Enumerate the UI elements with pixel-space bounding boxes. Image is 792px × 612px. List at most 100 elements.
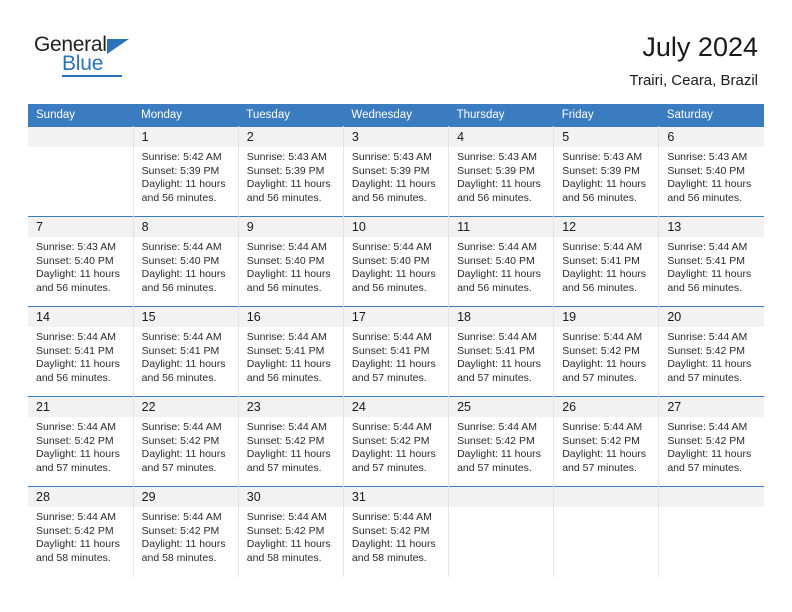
calendar-day-cell-empty xyxy=(553,486,660,577)
day-details: Sunrise: 5:44 AM Sunset: 5:42 PM Daylight:… xyxy=(28,417,133,475)
day-number: 20 xyxy=(659,307,764,327)
sunrise-text: Sunrise: 5:44 AM xyxy=(562,241,643,253)
calendar-day-cell[interactable]: 17 Sunrise: 5:44 AM Sunset: 5:41 PM Dayligh… xyxy=(343,306,450,397)
calendar-day-cell[interactable]: 15 Sunrise: 5:44 AM Sunset: 5:41 PM Dayligh… xyxy=(133,306,239,397)
general-blue-logo[interactable]: General Blue xyxy=(34,30,154,77)
calendar-day-cell[interactable]: 27 Sunrise: 5:44 AM Sunset: 5:42 PM Dayligh… xyxy=(658,396,764,487)
daylight-text-line1: Daylight: 11 hours xyxy=(141,448,226,461)
day-details: Sunrise: 5:44 AM Sunset: 5:40 PM Daylight:… xyxy=(449,237,553,295)
daylight-text-line2: and 57 minutes. xyxy=(667,461,743,474)
sunset-text: Sunset: 5:39 PM xyxy=(141,164,220,177)
day-details: Sunrise: 5:42 AM Sunset: 5:39 PM Daylight:… xyxy=(134,147,238,205)
calendar-day-cell[interactable]: 30 Sunrise: 5:44 AM Sunset: 5:42 PM Dayligh… xyxy=(238,486,344,577)
daylight-text-line2: and 56 minutes. xyxy=(562,191,637,204)
calendar-day-cell[interactable]: 13 Sunrise: 5:44 AM Sunset: 5:41 PM Dayligh… xyxy=(658,216,764,307)
daylight-text-line2: and 57 minutes. xyxy=(457,371,532,384)
sunrise-text: Sunrise: 5:44 AM xyxy=(457,331,538,343)
calendar-week-row: 14 Sunrise: 5:44 AM Sunset: 5:41 PM Dayligh… xyxy=(28,306,764,397)
calendar-day-cell[interactable]: 9 Sunrise: 5:44 AM Sunset: 5:40 PM Daylight… xyxy=(238,216,344,307)
calendar-day-cell[interactable]: 28 Sunrise: 5:44 AM Sunset: 5:42 PM Dayligh… xyxy=(28,486,134,577)
sunset-text: Sunset: 5:42 PM xyxy=(667,344,745,357)
calendar-day-cell[interactable]: 25 Sunrise: 5:44 AM Sunset: 5:42 PM Dayligh… xyxy=(448,396,555,487)
calendar-day-cell[interactable]: 3 Sunrise: 5:43 AM Sunset: 5:39 PM Daylight… xyxy=(343,126,450,217)
day-number: 3 xyxy=(343,127,449,147)
logo-underline xyxy=(62,75,122,77)
page-subtitle: Trairi, Ceara, Brazil xyxy=(629,72,758,90)
day-number: 5 xyxy=(554,127,659,147)
daylight-text-line2: and 56 minutes. xyxy=(667,281,743,294)
calendar-day-cell[interactable]: 2 Sunrise: 5:43 AM Sunset: 5:39 PM Daylight… xyxy=(238,126,344,217)
day-details: Sunrise: 5:44 AM Sunset: 5:41 PM Daylight:… xyxy=(554,237,658,295)
sunset-text: Sunset: 5:39 PM xyxy=(246,164,325,177)
sunrise-text: Sunrise: 5:44 AM xyxy=(246,241,327,253)
daylight-text-line2: and 56 minutes. xyxy=(667,191,743,204)
day-details: Sunrise: 5:44 AM Sunset: 5:41 PM Daylight:… xyxy=(449,327,553,385)
sunset-text: Sunset: 5:40 PM xyxy=(246,254,325,267)
calendar-day-cell[interactable]: 14 Sunrise: 5:44 AM Sunset: 5:41 PM Dayligh… xyxy=(28,306,134,397)
day-details: Sunrise: 5:44 AM Sunset: 5:42 PM Daylight:… xyxy=(239,507,343,565)
calendar-day-cell[interactable]: 5 Sunrise: 5:43 AM Sunset: 5:39 PM Daylight… xyxy=(553,126,660,217)
day-details: Sunrise: 5:44 AM Sunset: 5:42 PM Daylight:… xyxy=(659,417,764,475)
sunrise-text: Sunrise: 5:44 AM xyxy=(141,511,222,523)
daylight-text-line1: Daylight: 11 hours xyxy=(667,178,752,191)
calendar-day-cell[interactable]: 20 Sunrise: 5:44 AM Sunset: 5:42 PM Dayligh… xyxy=(658,306,764,397)
daylight-text-line2: and 56 minutes. xyxy=(36,371,111,384)
calendar-day-cell[interactable]: 12 Sunrise: 5:44 AM Sunset: 5:41 PM Dayligh… xyxy=(553,216,660,307)
daylight-text-line2: and 56 minutes. xyxy=(141,191,217,204)
daylight-text-line1: Daylight: 11 hours xyxy=(457,448,541,461)
day-details: Sunrise: 5:44 AM Sunset: 5:42 PM Daylight:… xyxy=(134,507,238,565)
page-title: July 2024 xyxy=(642,32,758,62)
calendar-day-cell-empty xyxy=(28,126,134,217)
sunrise-text: Sunrise: 5:43 AM xyxy=(246,151,327,163)
calendar-day-cell[interactable]: 31 Sunrise: 5:44 AM Sunset: 5:42 PM Dayligh… xyxy=(343,486,450,577)
day-number: 6 xyxy=(659,127,764,147)
calendar-day-cell[interactable]: 26 Sunrise: 5:44 AM Sunset: 5:42 PM Dayligh… xyxy=(553,396,660,487)
sunset-text: Sunset: 5:42 PM xyxy=(246,434,325,447)
day-details: Sunrise: 5:44 AM Sunset: 5:42 PM Daylight:… xyxy=(659,327,764,385)
calendar-day-cell[interactable]: 10 Sunrise: 5:44 AM Sunset: 5:40 PM Dayligh… xyxy=(343,216,450,307)
sunrise-text: Sunrise: 5:44 AM xyxy=(36,331,116,343)
daylight-text-line2: and 56 minutes. xyxy=(246,281,322,294)
daylight-text-line1: Daylight: 11 hours xyxy=(36,268,120,281)
day-details: Sunrise: 5:44 AM Sunset: 5:40 PM Daylight:… xyxy=(134,237,238,295)
calendar-day-cell[interactable]: 22 Sunrise: 5:44 AM Sunset: 5:42 PM Dayligh… xyxy=(133,396,239,487)
daylight-text-line2: and 56 minutes. xyxy=(246,191,322,204)
sunrise-text: Sunrise: 5:44 AM xyxy=(667,331,748,343)
day-number: 26 xyxy=(554,397,659,417)
day-number: 31 xyxy=(343,487,449,507)
calendar-day-cell[interactable]: 18 Sunrise: 5:44 AM Sunset: 5:41 PM Dayligh… xyxy=(448,306,555,397)
daylight-text-line1: Daylight: 11 hours xyxy=(141,358,226,371)
calendar-day-cell[interactable]: 8 Sunrise: 5:44 AM Sunset: 5:40 PM Daylight… xyxy=(133,216,239,307)
sunset-text: Sunset: 5:39 PM xyxy=(457,164,535,177)
calendar-day-cell[interactable]: 19 Sunrise: 5:44 AM Sunset: 5:42 PM Dayligh… xyxy=(553,306,660,397)
sunset-text: Sunset: 5:42 PM xyxy=(562,344,640,357)
daylight-text-line1: Daylight: 11 hours xyxy=(562,448,647,461)
calendar-day-cell[interactable]: 29 Sunrise: 5:44 AM Sunset: 5:42 PM Dayligh… xyxy=(133,486,239,577)
calendar-day-cell[interactable]: 11 Sunrise: 5:44 AM Sunset: 5:40 PM Dayligh… xyxy=(448,216,555,307)
daylight-text-line2: and 57 minutes. xyxy=(246,461,322,474)
title-block: July 2024 Trairi, Ceara, Brazil xyxy=(629,30,758,90)
calendar-day-cell[interactable]: 24 Sunrise: 5:44 AM Sunset: 5:42 PM Dayligh… xyxy=(343,396,450,487)
daylight-text-line1: Daylight: 11 hours xyxy=(141,268,226,281)
calendar-week-row: 28 Sunrise: 5:44 AM Sunset: 5:42 PM Dayligh… xyxy=(28,486,764,577)
calendar-day-cell[interactable]: 23 Sunrise: 5:44 AM Sunset: 5:42 PM Dayligh… xyxy=(238,396,344,487)
calendar-day-cell[interactable]: 1 Sunrise: 5:42 AM Sunset: 5:39 PM Daylight… xyxy=(133,126,239,217)
calendar-day-cell[interactable]: 16 Sunrise: 5:44 AM Sunset: 5:41 PM Dayligh… xyxy=(238,306,344,397)
sunset-text: Sunset: 5:40 PM xyxy=(36,254,114,267)
day-details: Sunrise: 5:44 AM Sunset: 5:40 PM Daylight:… xyxy=(239,237,343,295)
sunset-text: Sunset: 5:40 PM xyxy=(141,254,220,267)
calendar-day-cell[interactable]: 4 Sunrise: 5:43 AM Sunset: 5:39 PM Daylight… xyxy=(448,126,555,217)
calendar-week-row: 1 Sunrise: 5:42 AM Sunset: 5:39 PM Daylight… xyxy=(28,126,764,217)
daylight-text-line1: Daylight: 11 hours xyxy=(246,358,331,371)
calendar-day-cell[interactable]: 21 Sunrise: 5:44 AM Sunset: 5:42 PM Dayligh… xyxy=(28,396,134,487)
day-details: Sunrise: 5:44 AM Sunset: 5:42 PM Daylight:… xyxy=(554,327,658,385)
daylight-text-line2: and 56 minutes. xyxy=(457,281,532,294)
day-number: 19 xyxy=(554,307,659,327)
calendar-day-cell[interactable]: 6 Sunrise: 5:43 AM Sunset: 5:40 PM Daylight… xyxy=(658,126,764,217)
daylight-text-line2: and 57 minutes. xyxy=(562,461,637,474)
day-number: 10 xyxy=(343,217,449,237)
daylight-text-line1: Daylight: 11 hours xyxy=(457,178,541,191)
daylight-text-line2: and 57 minutes. xyxy=(141,461,217,474)
day-number: 23 xyxy=(238,397,343,417)
calendar-day-cell[interactable]: 7 Sunrise: 5:43 AM Sunset: 5:40 PM Daylight… xyxy=(28,216,134,307)
